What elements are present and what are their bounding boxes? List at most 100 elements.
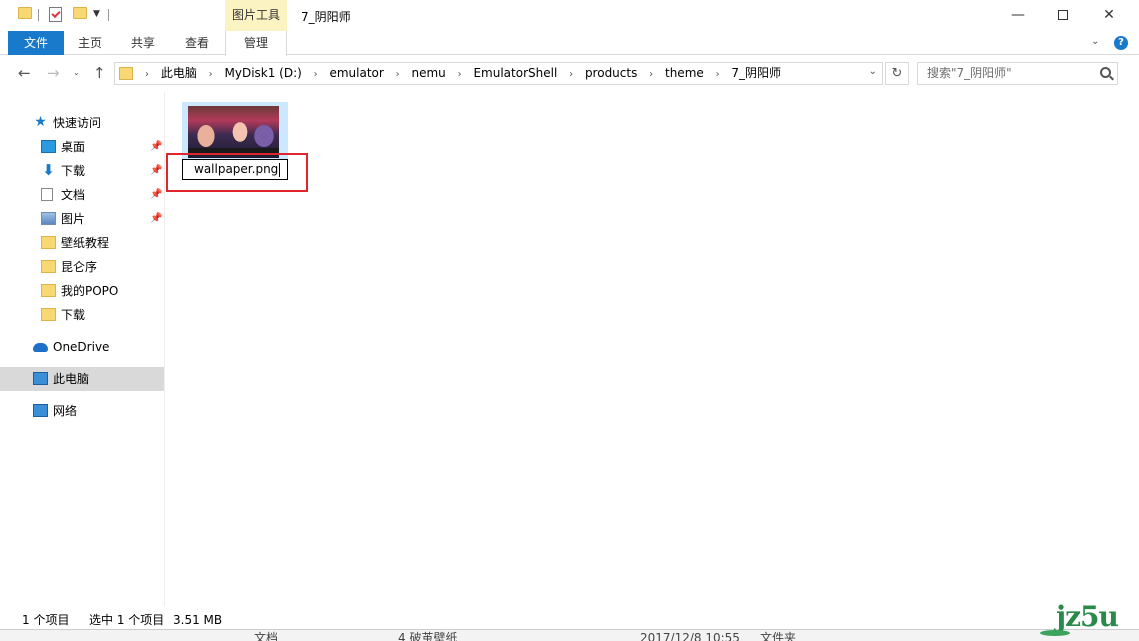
maximize-button[interactable] — [1040, 0, 1086, 31]
pin-icon[interactable]: 📌 — [150, 207, 162, 231]
tab-home[interactable]: 主页 — [64, 31, 116, 55]
folder-icon — [41, 284, 56, 297]
crumb-theme[interactable]: theme — [665, 66, 704, 80]
crumb-separator[interactable]: › — [716, 69, 720, 80]
picture-tools-header: 图片工具 — [225, 0, 287, 31]
folder-icon — [41, 260, 56, 273]
watermark-logo: jz5u — [1040, 600, 1130, 640]
pin-icon[interactable]: 📌 — [150, 135, 162, 159]
pictures-icon — [41, 212, 56, 225]
crumb-products[interactable]: products — [585, 66, 637, 80]
sidebar-item-label: 此电脑 — [53, 372, 90, 386]
computer-icon — [33, 372, 48, 385]
crumb-emulator[interactable]: emulator — [329, 66, 383, 80]
sidebar-item-downloads[interactable]: ⬇ 下载 📌 — [0, 159, 164, 183]
crumb-emulatorshell[interactable]: EmulatorShell — [473, 66, 557, 80]
sidebar-item-wallpaper-tutorial[interactable]: 壁纸教程 — [0, 231, 164, 255]
search-icon[interactable] — [1100, 67, 1111, 78]
sidebar-item-label: 昆仑序 — [61, 260, 98, 274]
window-title: 7_阴阳师 — [301, 10, 351, 24]
sidebar-item-label: 下载 — [61, 164, 86, 178]
sidebar-item-kunlunxu[interactable]: 昆仑序 — [0, 255, 164, 279]
tab-file[interactable]: 文件 — [8, 31, 64, 55]
sidebar-item-this-pc[interactable]: 此电脑 — [0, 367, 164, 391]
maximize-icon — [1058, 10, 1068, 20]
breadcrumb: › 此电脑 › MyDisk1 (D:) › emulator › nemu ›… — [137, 63, 781, 84]
pin-icon[interactable]: 📌 — [150, 183, 162, 207]
quick-access-divider — [38, 9, 39, 21]
file-list[interactable]: wallpaper.png — [166, 92, 1139, 606]
sidebar-item-label: OneDrive — [53, 340, 110, 354]
sidebar-item-label: 下载 — [61, 308, 86, 322]
search-input[interactable]: 搜索"7_阴阳师" — [917, 62, 1118, 85]
background-window: 文档 4 破茧壁纸 2017/12/8 10:55 文件夹 — [0, 629, 1139, 641]
address-dropdown-button[interactable]: ⌄ — [869, 66, 877, 77]
sidebar-item-onedrive[interactable]: OneDrive — [0, 335, 164, 359]
title-bar: ▼ 图片工具 7_阴阳师 — ✕ — [0, 0, 1139, 31]
crumb-current-folder[interactable]: 7_阴阳师 — [731, 66, 781, 80]
address-bar[interactable]: › 此电脑 › MyDisk1 (D:) › emulator › nemu ›… — [114, 62, 883, 85]
up-button[interactable]: ↑ — [93, 64, 106, 82]
chevron-down-icon[interactable]: ⌄ — [1091, 36, 1099, 47]
tab-share[interactable]: 共享 — [116, 31, 170, 55]
crumb-separator[interactable]: › — [569, 69, 573, 80]
properties-icon[interactable] — [49, 7, 63, 23]
address-row: ← → ⌄ ↑ › 此电脑 › MyDisk1 (D:) › emulator … — [0, 56, 1139, 92]
status-bar: 1 个项目 选中 1 个项目 3.51 MB — [0, 606, 1139, 629]
sidebar-item-label: 网络 — [53, 404, 78, 418]
folder-icon — [41, 308, 56, 321]
document-icon — [41, 188, 53, 201]
forward-button[interactable]: → — [47, 64, 60, 82]
crumb-nemu[interactable]: nemu — [412, 66, 446, 80]
navigation-pane: ★ 快速访问 桌面 📌 ⬇ 下载 📌 文档 📌 图片 📌 壁纸教程 昆仑序 我的… — [0, 92, 165, 606]
refresh-button[interactable]: ↻ — [885, 62, 909, 85]
crumb-separator[interactable]: › — [145, 69, 149, 80]
network-icon — [33, 404, 48, 417]
sidebar-item-documents[interactable]: 文档 📌 — [0, 183, 164, 207]
sidebar-item-download-folder[interactable]: 下载 — [0, 303, 164, 327]
peek-item-label: 4 破茧壁纸 — [398, 631, 458, 641]
sidebar-item-label: 文档 — [61, 188, 86, 202]
crumb-separator[interactable]: › — [458, 69, 462, 80]
crumb-mydisk1[interactable]: MyDisk1 (D:) — [225, 66, 302, 80]
sidebar-item-desktop[interactable]: 桌面 📌 — [0, 135, 164, 159]
customize-quick-access-icon[interactable]: ▼ — [93, 9, 100, 19]
peek-item-label: 文档 — [254, 631, 279, 641]
cloud-icon — [33, 343, 48, 352]
desktop-icon — [41, 140, 56, 153]
sidebar-item-pictures[interactable]: 图片 📌 — [0, 207, 164, 231]
minimize-button[interactable]: — — [995, 0, 1041, 31]
sidebar-item-label: 我的POPO — [61, 284, 119, 298]
sidebar-item-label: 壁纸教程 — [61, 236, 110, 250]
ribbon-tabs: 文件 主页 共享 查看 管理 ⌄ ? — [0, 31, 1139, 56]
close-button[interactable]: ✕ — [1086, 0, 1132, 31]
sidebar-item-my-popo[interactable]: 我的POPO — [0, 279, 164, 303]
image-thumbnail — [188, 106, 279, 158]
new-folder-icon[interactable] — [73, 7, 87, 23]
annotation-highlight — [166, 153, 308, 192]
crumb-this-pc[interactable]: 此电脑 — [161, 66, 197, 80]
tab-view[interactable]: 查看 — [170, 31, 224, 55]
pin-icon[interactable]: 📌 — [150, 159, 162, 183]
peek-item-date: 2017/12/8 10:55 — [640, 631, 740, 641]
peek-item-type: 文件夹 — [760, 631, 797, 641]
leaf-icon — [1040, 630, 1070, 636]
crumb-separator[interactable]: › — [209, 69, 213, 80]
star-icon: ★ — [34, 114, 47, 130]
help-icon[interactable]: ? — [1114, 36, 1128, 50]
crumb-separator[interactable]: › — [314, 69, 318, 80]
crumb-separator[interactable]: › — [649, 69, 653, 80]
recent-locations-button[interactable]: ⌄ — [73, 68, 80, 77]
sidebar-item-quick-access[interactable]: ★ 快速访问 — [0, 111, 164, 135]
folder-icon — [41, 236, 56, 249]
back-button[interactable]: ← — [18, 64, 31, 82]
tab-manage[interactable]: 管理 — [225, 31, 287, 56]
sidebar-item-label: 图片 — [61, 212, 86, 226]
sidebar-item-label: 桌面 — [61, 140, 86, 154]
crumb-separator[interactable]: › — [396, 69, 400, 80]
sidebar-item-label: 快速访问 — [53, 116, 102, 130]
search-placeholder: 搜索"7_阴阳师" — [927, 66, 1012, 80]
folder-icon — [18, 7, 32, 23]
sidebar-item-network[interactable]: 网络 — [0, 399, 164, 423]
folder-icon — [119, 67, 133, 80]
